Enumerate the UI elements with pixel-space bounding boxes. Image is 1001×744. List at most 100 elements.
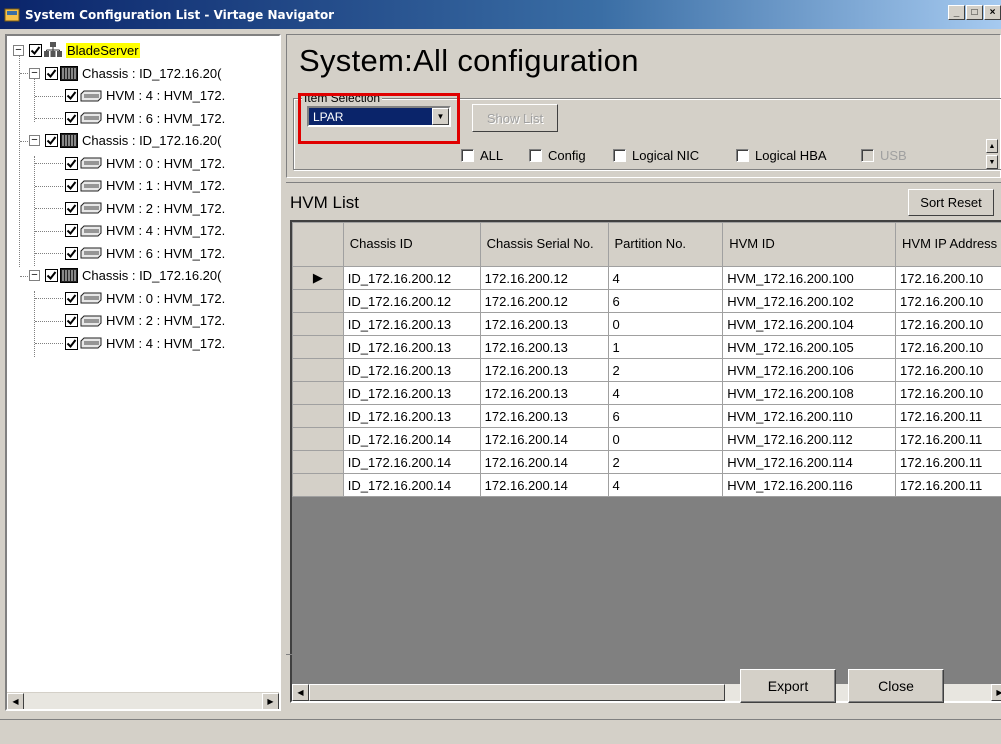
table-cell[interactable]: 172.16.200.13 — [479, 312, 609, 336]
minimize-button[interactable]: _ — [948, 5, 965, 20]
collapse-icon[interactable]: − — [13, 44, 24, 56]
collapse-icon[interactable]: − — [29, 270, 40, 281]
tree-node-hvm[interactable]: HVM : 0 : HVM_172. — [65, 287, 225, 309]
table-cell[interactable]: ID_172.16.200.13 — [342, 335, 481, 359]
row-header[interactable] — [292, 473, 344, 497]
checkbox-unchecked-icon[interactable] — [736, 149, 749, 162]
sort-reset-button[interactable]: Sort Reset — [908, 189, 994, 216]
checkbox-unchecked-icon[interactable] — [461, 149, 474, 162]
table-cell[interactable]: HVM_172.16.200.100 — [722, 266, 897, 290]
spin-up-icon[interactable]: ▲ — [986, 139, 998, 153]
tree-node-hvm[interactable]: HVM : 1 : HVM_172. — [65, 175, 225, 197]
table-cell[interactable]: 0 — [607, 427, 724, 451]
checkbox-checked-icon[interactable] — [65, 314, 78, 327]
table-cell[interactable]: 172.16.200.10 — [895, 335, 1001, 359]
tree-horizontal-scrollbar[interactable]: ◀ ▶ — [7, 692, 279, 709]
table-cell[interactable]: 172.16.200.14 — [479, 450, 609, 474]
checkbox-all[interactable]: ALL — [461, 148, 503, 163]
table-cell[interactable]: 172.16.200.14 — [479, 473, 609, 497]
checkbox-checked-icon[interactable] — [65, 336, 78, 350]
table-cell[interactable]: 6 — [607, 404, 724, 428]
table-cell[interactable]: HVM_172.16.200.114 — [722, 450, 897, 474]
row-header[interactable] — [292, 427, 344, 451]
table-cell[interactable]: 172.16.200.13 — [479, 381, 609, 405]
tree-node-hvm[interactable]: HVM : 0 : HVM_172. — [65, 152, 225, 174]
table-cell[interactable]: HVM_172.16.200.106 — [722, 358, 897, 382]
maximize-button[interactable]: □ — [966, 5, 983, 20]
table-row[interactable]: ▶ ID_172.16.200.12 172.16.200.12 4 HVM_172.1… — [292, 266, 1001, 290]
server-tree[interactable]: − BladeServer − Chassis : ID_172.16.20(HV… — [5, 34, 281, 711]
show-list-button[interactable]: Show List — [472, 104, 558, 132]
table-row[interactable]: ID_172.16.200.13 172.16.200.13 1 HVM_172.16… — [292, 335, 1001, 359]
tree-node-root[interactable]: − BladeServer — [13, 39, 140, 61]
close-button[interactable]: Close — [848, 669, 944, 703]
table-cell[interactable]: HVM_172.16.200.116 — [722, 473, 897, 497]
column-header-chassis-serial[interactable]: Chassis Serial No. — [479, 222, 609, 267]
table-cell[interactable]: 172.16.200.11 — [895, 404, 1001, 428]
table-row[interactable]: ID_172.16.200.12 172.16.200.12 6 HVM_172.16… — [292, 289, 1001, 313]
row-header[interactable] — [292, 450, 344, 474]
close-window-button[interactable]: × — [984, 5, 1001, 20]
checkbox-checked-icon[interactable] — [45, 134, 58, 147]
table-cell[interactable]: 4 — [607, 266, 724, 290]
tree-node-hvm[interactable]: HVM : 2 : HVM_172. — [65, 197, 225, 219]
tree-node-hvm[interactable]: HVM : 4 : HVM_172. — [65, 220, 225, 242]
table-cell[interactable]: HVM_172.16.200.108 — [722, 381, 897, 405]
table-cell[interactable]: ID_172.16.200.14 — [342, 427, 481, 451]
table-cell[interactable]: ID_172.16.200.13 — [342, 381, 481, 405]
column-header-hvm-id[interactable]: HVM ID — [722, 222, 897, 267]
table-cell[interactable]: 172.16.200.12 — [479, 266, 609, 290]
table-cell[interactable]: 172.16.200.11 — [895, 450, 1001, 474]
option-scroll-spinner[interactable]: ▲ ▼ — [986, 139, 998, 169]
checkbox-logical-nic[interactable]: Logical NIC — [613, 148, 699, 163]
checkbox-unchecked-icon[interactable] — [529, 149, 542, 162]
tree-node-hvm[interactable]: HVM : 4 : HVM_172. — [65, 332, 225, 354]
table-cell[interactable]: ID_172.16.200.14 — [342, 450, 481, 474]
table-cell[interactable]: ID_172.16.200.13 — [342, 312, 481, 336]
table-cell[interactable]: 172.16.200.13 — [479, 335, 609, 359]
checkbox-checked-icon[interactable] — [65, 291, 78, 305]
tree-node-hvm[interactable]: HVM : 4 : HVM_172. — [65, 85, 225, 107]
table-cell[interactable]: HVM_172.16.200.112 — [722, 427, 897, 451]
hvm-data-grid[interactable]: Chassis ID Chassis Serial No. Partition … — [290, 220, 1001, 703]
table-row[interactable]: ID_172.16.200.13 172.16.200.13 6 HVM_172.16… — [292, 404, 1001, 428]
tree-node-chassis[interactable]: − Chassis : ID_172.16.20( — [29, 265, 221, 287]
table-cell[interactable]: 172.16.200.11 — [895, 427, 1001, 451]
table-cell[interactable]: 1 — [607, 335, 724, 359]
table-cell[interactable]: ID_172.16.200.12 — [342, 289, 481, 313]
checkbox-config[interactable]: Config — [529, 148, 586, 163]
table-cell[interactable]: 4 — [607, 473, 724, 497]
scroll-right-icon[interactable]: ▶ — [262, 693, 279, 709]
checkbox-checked-icon[interactable] — [29, 43, 42, 57]
table-cell[interactable]: 172.16.200.10 — [895, 266, 1001, 290]
table-cell[interactable]: HVM_172.16.200.104 — [722, 312, 897, 336]
title-bar[interactable]: System Configuration List - Virtage Navi… — [0, 0, 1001, 29]
table-cell[interactable]: 4 — [607, 381, 724, 405]
table-cell[interactable]: HVM_172.16.200.105 — [722, 335, 897, 359]
checkbox-checked-icon[interactable] — [65, 89, 78, 102]
tree-node-chassis[interactable]: − Chassis : ID_172.16.20( — [29, 130, 221, 152]
table-row[interactable]: ID_172.16.200.14 172.16.200.14 2 HVM_172.16… — [292, 450, 1001, 474]
column-header-hvm-ip[interactable]: HVM IP Address — [895, 222, 1001, 267]
scroll-left-icon[interactable]: ◀ — [7, 693, 24, 709]
table-cell[interactable]: 2 — [607, 450, 724, 474]
tree-node-hvm[interactable]: HVM : 6 : HVM_172. — [65, 242, 225, 264]
checkbox-checked-icon[interactable] — [45, 269, 58, 282]
row-header[interactable] — [292, 358, 344, 382]
table-cell[interactable]: 0 — [607, 312, 724, 336]
table-cell[interactable]: ID_172.16.200.14 — [342, 473, 481, 497]
table-cell[interactable]: 172.16.200.11 — [895, 473, 1001, 497]
row-header[interactable] — [292, 381, 344, 405]
table-row[interactable]: ID_172.16.200.14 172.16.200.14 0 HVM_172.16… — [292, 427, 1001, 451]
spin-down-icon[interactable]: ▼ — [986, 155, 998, 169]
checkbox-logical-hba[interactable]: Logical HBA — [736, 148, 827, 163]
column-header-chassis-id[interactable]: Chassis ID — [342, 222, 481, 267]
table-cell[interactable]: 172.16.200.10 — [895, 312, 1001, 336]
row-header[interactable] — [292, 312, 344, 336]
table-cell[interactable]: 172.16.200.10 — [895, 358, 1001, 382]
row-header[interactable] — [292, 335, 344, 359]
table-cell[interactable]: HVM_172.16.200.110 — [722, 404, 897, 428]
export-button[interactable]: Export — [740, 669, 836, 703]
checkbox-checked-icon[interactable] — [65, 246, 78, 260]
table-cell[interactable]: 172.16.200.14 — [479, 427, 609, 451]
